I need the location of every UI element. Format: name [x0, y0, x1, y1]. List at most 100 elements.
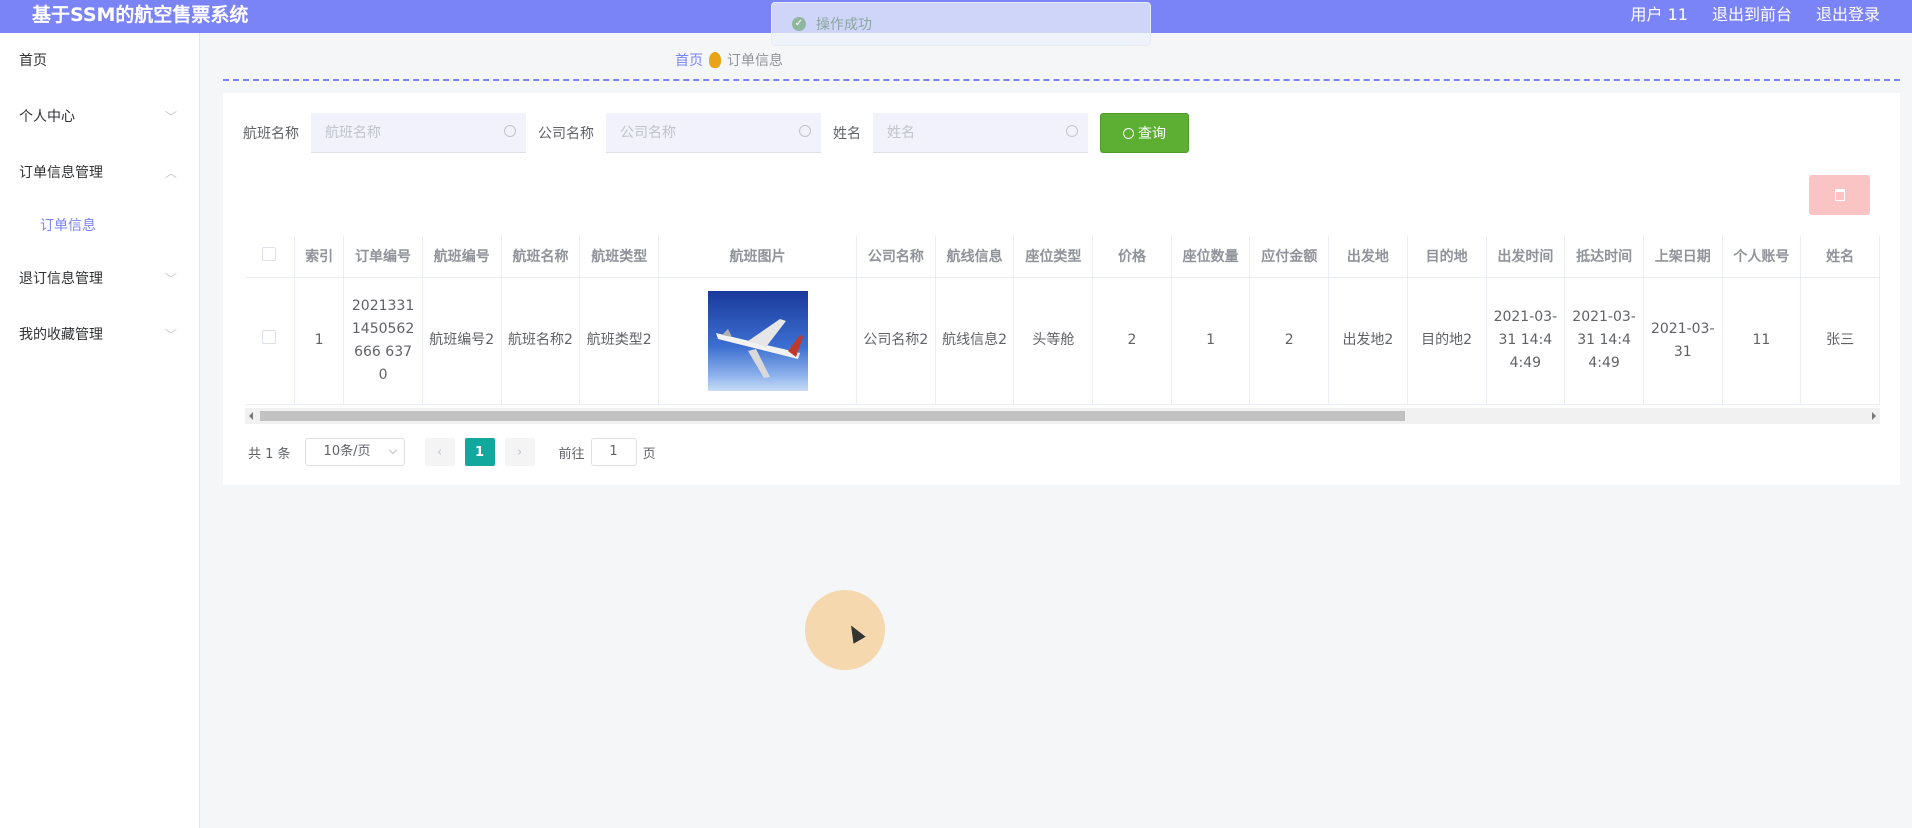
user-label[interactable]: 用户 11	[1631, 1, 1688, 25]
sidebar: 首页 个人中心 ﹀ 订单信息管理 ︿ 订单信息 退订信息管理 ﹀ 我的收藏管理 …	[0, 33, 200, 828]
table-cell: 出发地2	[1328, 277, 1408, 405]
row-checkbox[interactable]	[262, 330, 277, 344]
company-name-field	[606, 113, 821, 153]
hand-icon	[709, 52, 721, 68]
sidebar-item-personal-center[interactable]: 个人中心 ﹀	[0, 89, 199, 145]
flight-image	[707, 290, 808, 391]
logout-link[interactable]: 退出登录	[1816, 1, 1880, 25]
flight-name-input[interactable]	[311, 113, 526, 152]
table-cell: 2021-03-31	[1643, 277, 1723, 405]
sidebar-item-label: 首页	[19, 53, 47, 69]
breadcrumb-home[interactable]: 首页	[675, 50, 703, 70]
table-cell: 航班类型2	[579, 277, 660, 405]
name-input[interactable]	[873, 113, 1088, 152]
column-header: 航班编号	[422, 236, 502, 278]
flight-image-cell	[658, 277, 857, 405]
exit-to-front-link[interactable]: 退出到前台	[1712, 1, 1792, 25]
column-header: 目的地	[1407, 236, 1487, 278]
page-number-button[interactable]: 1	[464, 438, 495, 466]
sidebar-item-label: 个人中心	[19, 109, 75, 125]
table-cell: 张三	[1800, 277, 1880, 405]
table-cell: 航班编号2	[422, 277, 502, 405]
column-header: 航线信息	[935, 236, 1015, 278]
content-card: 航班名称 公司名称 姓名 查询	[223, 93, 1900, 485]
search-icon	[1066, 125, 1078, 137]
breadcrumb: 首页 订单信息	[675, 50, 783, 70]
table-cell: 公司名称2	[856, 277, 936, 405]
prev-page-button[interactable]: ‹	[424, 438, 455, 466]
query-button[interactable]: 查询	[1100, 113, 1189, 153]
sidebar-item-order-info[interactable]: 订单信息	[0, 201, 199, 251]
column-header: 索引	[294, 236, 345, 278]
scroll-left-icon[interactable]	[249, 412, 253, 420]
row-select-cell[interactable]	[245, 277, 295, 405]
name-label: 姓名	[833, 126, 861, 142]
table-cell: 航班名称2	[501, 277, 581, 405]
query-button-label: 查询	[1138, 126, 1166, 142]
select-all-checkbox[interactable]	[262, 247, 277, 262]
column-header: 座位数量	[1171, 236, 1251, 278]
column-header: 出发地	[1328, 236, 1408, 278]
sidebar-item-refund-management[interactable]: 退订信息管理 ﹀	[0, 251, 199, 307]
chevron-down-icon	[388, 445, 397, 455]
chevron-down-icon: ﹀	[164, 110, 177, 124]
sidebar-item-home[interactable]: 首页	[0, 33, 199, 89]
company-name-label: 公司名称	[538, 126, 594, 142]
table-cell: 20213311450562666 6370	[343, 277, 423, 405]
trash-icon	[1834, 189, 1845, 201]
column-header: 座位类型	[1013, 236, 1094, 278]
page-size-value: 10条/页	[323, 444, 371, 459]
table-cell: 头等舱	[1013, 277, 1094, 405]
sidebar-item-label: 订单信息管理	[19, 165, 103, 181]
app-title: 基于SSM的航空售票系统	[32, 4, 249, 26]
goto-page-input[interactable]: 1	[590, 438, 637, 466]
total-count: 共 1 条	[248, 446, 291, 462]
airplane-icon	[715, 318, 803, 378]
chevron-down-icon: ﹀	[164, 272, 177, 286]
table-cell: 2021-03-31 14:44:49	[1564, 277, 1644, 405]
table-cell: 航线信息2	[935, 277, 1015, 405]
sidebar-item-order-management[interactable]: 订单信息管理 ︿	[0, 145, 199, 201]
chevron-right-icon: ›	[516, 444, 523, 460]
chevron-left-icon: ‹	[436, 444, 443, 460]
sidebar-item-label: 退订信息管理	[19, 271, 103, 287]
company-name-input[interactable]	[606, 113, 821, 152]
table-header-row: 索引 订单编号 航班编号 航班名称 航班类型 航班图片 公司名称 航线信息 座位…	[245, 236, 1880, 278]
top-links: 用户 11 退出到前台 退出登录	[1631, 0, 1880, 26]
table-row: 1 20213311450562666 6370 航班编号2 航班名称2 航班类…	[245, 277, 1880, 405]
column-header: 上架日期	[1643, 236, 1723, 278]
chevron-up-icon: ︿	[164, 166, 177, 180]
table-cell: 目的地2	[1407, 277, 1487, 405]
breadcrumb-current: 订单信息	[727, 53, 783, 69]
column-header: 航班名称	[501, 236, 581, 278]
search-icon	[504, 125, 516, 137]
horizontal-scrollbar[interactable]	[245, 408, 1880, 424]
next-page-button[interactable]: ›	[504, 438, 535, 466]
table-cell: 11	[1722, 277, 1802, 405]
check-circle-icon: ✓	[792, 17, 806, 31]
scroll-right-icon[interactable]	[1872, 412, 1876, 420]
toast-message: 操作成功	[816, 17, 872, 33]
pagination: 共 1 条 10条/页 ‹ 1 › 前往 1 页	[248, 438, 656, 466]
name-field	[873, 113, 1088, 153]
table-cell: 1	[294, 277, 345, 405]
goto-label: 前往	[558, 446, 585, 462]
chevron-down-icon: ﹀	[164, 328, 177, 342]
column-header: 应付金额	[1249, 236, 1330, 278]
table-cell: 2	[1092, 277, 1172, 405]
page-size-select[interactable]: 10条/页	[304, 438, 405, 466]
page-unit-label: 页	[642, 446, 656, 462]
column-header: 姓名	[1800, 236, 1880, 278]
search-icon	[799, 125, 811, 137]
sidebar-item-favorites-management[interactable]: 我的收藏管理 ﹀	[0, 307, 199, 363]
flight-name-field	[311, 113, 526, 153]
search-form: 航班名称 公司名称 姓名 查询	[243, 113, 1189, 153]
sidebar-item-label: 订单信息	[40, 218, 96, 234]
column-header: 航班类型	[579, 236, 660, 278]
search-icon	[1123, 127, 1134, 139]
column-header: 出发时间	[1486, 236, 1566, 278]
divider	[223, 79, 1900, 81]
scrollbar-thumb[interactable]	[260, 411, 1405, 421]
delete-button[interactable]	[1809, 175, 1870, 215]
header-select-all[interactable]	[245, 236, 295, 278]
